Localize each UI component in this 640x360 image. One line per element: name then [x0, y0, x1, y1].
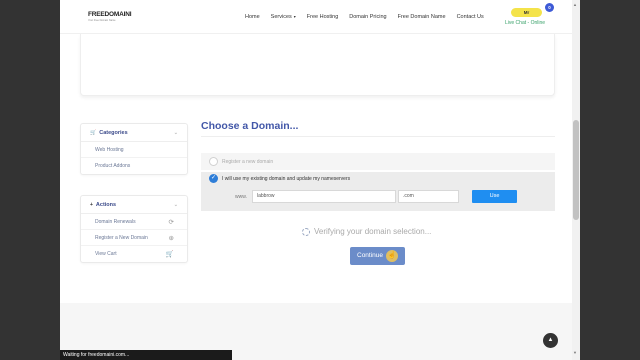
sidebar-item-domain-renewals[interactable]: Domain Renewals ⟳: [81, 214, 187, 230]
main-nav: Home Services ▾ Free Hosting Domain Prici…: [245, 14, 495, 20]
plus-icon: +: [90, 201, 93, 208]
nav-home[interactable]: Home: [245, 14, 260, 20]
site-logo[interactable]: FREEDOMAINI Your Free Domain Name: [88, 11, 132, 22]
use-button[interactable]: Use: [472, 190, 517, 203]
verifying-message: Verifying your domain selection...: [302, 227, 431, 236]
verifying-text: Verifying your domain selection...: [314, 227, 432, 236]
collapse-icon[interactable]: ⌄: [174, 202, 178, 208]
www-prefix: www.: [235, 194, 247, 200]
nav-free-domain-name[interactable]: Free Domain Name: [398, 14, 446, 20]
sidebar-item-register-domain[interactable]: Register a New Domain ⊕: [81, 230, 187, 246]
existing-domain-row[interactable]: ✓ I will use my existing domain and upda…: [209, 174, 350, 183]
tld-input[interactable]: .com: [398, 190, 459, 203]
sidebar-item-label: Product Addons: [95, 163, 131, 169]
sidebar-item-label: Domain Renewals: [95, 218, 136, 225]
notification-badge: 0: [545, 3, 554, 12]
top-content-card: [80, 34, 555, 96]
sidebar-item-product-addons[interactable]: Product Addons: [81, 158, 187, 174]
title-divider: [201, 136, 555, 137]
nav-free-hosting[interactable]: Free Hosting: [307, 14, 339, 20]
domain-name-input[interactable]: labbrow: [252, 190, 396, 203]
scroll-down-icon[interactable]: ▼: [573, 350, 577, 355]
existing-domain-radio[interactable]: ✓: [209, 174, 218, 183]
collapse-icon[interactable]: ⌄: [174, 130, 178, 136]
page-title: Choose a Domain...: [201, 120, 299, 132]
register-domain-label: Register a new domain: [222, 158, 274, 165]
globe-icon: ⊕: [168, 234, 174, 242]
sidebar-item-label: Register a New Domain: [95, 234, 148, 241]
register-domain-radio[interactable]: [209, 157, 218, 166]
actions-header[interactable]: + Actions ⌄: [81, 196, 187, 214]
refresh-icon: ⟳: [168, 218, 174, 226]
nav-domain-pricing[interactable]: Domain Pricing: [349, 14, 386, 20]
back-to-top-button[interactable]: ▲: [543, 333, 558, 348]
page: FREEDOMAINI Your Free Domain Name Home S…: [60, 0, 580, 360]
categories-panel: 🛒 Categories ⌄ Web Hosting Product Addon…: [80, 123, 188, 175]
nav-services-label: Services: [270, 14, 292, 20]
existing-domain-label: I will use my existing domain and update…: [222, 175, 351, 182]
nav-contact-us[interactable]: Contact Us: [457, 14, 484, 20]
cart-icon: 🛒: [165, 251, 174, 258]
nav-services[interactable]: Services ▾: [271, 14, 296, 20]
existing-domain-option: ✓ I will use my existing domain and upda…: [201, 172, 555, 211]
account-button[interactable]: Mr: [511, 8, 542, 17]
logo-tagline: Your Free Domain Name: [88, 19, 116, 22]
actions-panel: + Actions ⌄ Domain Renewals ⟳ Register a…: [80, 195, 188, 263]
sidebar-item-label: Web Hosting: [95, 146, 124, 153]
actions-title: Actions: [95, 201, 117, 208]
cart-icon: 🛒: [90, 129, 97, 136]
register-domain-option[interactable]: Register a new domain: [201, 153, 555, 170]
sidebar-item-label: View Cart: [95, 251, 117, 257]
scroll-up-icon[interactable]: ▲: [573, 2, 577, 7]
site-header: FREEDOMAINI Your Free Domain Name Home S…: [60, 0, 580, 34]
scroll-thumb[interactable]: [573, 120, 579, 220]
categories-header[interactable]: 🛒 Categories ⌄: [81, 124, 187, 142]
spinner-icon: [302, 227, 310, 236]
hand-cursor-icon: ☝: [386, 250, 398, 262]
chevron-down-icon: ▾: [293, 14, 296, 19]
browser-status-bar: Waiting for freedomaini.com...: [60, 350, 232, 360]
logo-text: FREEDOMAINI: [88, 11, 132, 18]
live-chat-status[interactable]: Live Chat - Online: [505, 20, 545, 26]
sidebar-item-web-hosting[interactable]: Web Hosting: [81, 142, 187, 158]
sidebar-item-view-cart[interactable]: View Cart 🛒: [81, 246, 187, 262]
categories-title: Categories: [99, 129, 128, 136]
page-scrollbar[interactable]: ▲ ▼: [572, 0, 580, 360]
